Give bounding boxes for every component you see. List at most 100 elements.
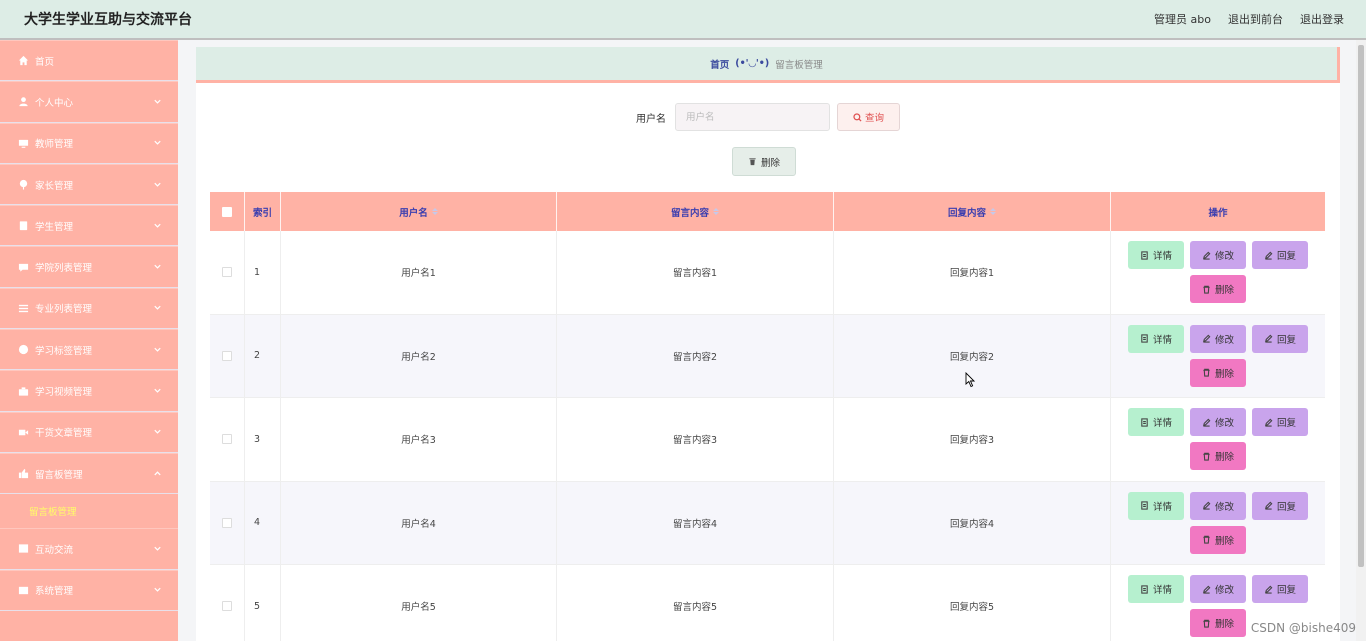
reply-button[interactable]: 回复 (1252, 575, 1308, 604)
row-checkbox[interactable] (222, 267, 232, 278)
col-message-label: 留言内容 (670, 207, 709, 219)
home-icon (17, 55, 29, 67)
back-to-front-link[interactable]: 退出到前台 (1228, 11, 1283, 27)
sidebar-item-students[interactable]: 学生管理 (0, 205, 178, 247)
reply-button-label: 回复 (1276, 501, 1296, 513)
pencil-icon (1203, 418, 1211, 427)
breadcrumb: 首页 (•'◡'•) 留言板管理 (196, 47, 1340, 83)
trash-icon (1203, 369, 1210, 377)
chat-icon (17, 261, 29, 273)
bulk-delete-button[interactable]: 删除 (732, 147, 796, 176)
row-checkbox[interactable] (222, 434, 232, 445)
sidebar-item-label: 学习视频管理 (35, 387, 93, 399)
chevron-down-icon (153, 97, 162, 106)
col-reply[interactable]: 回复内容 (834, 192, 1111, 231)
sidebar-item-label: 学生管理 (35, 221, 74, 233)
row-checkbox[interactable] (222, 517, 232, 528)
table-row: 1 用户名1 留言内容1 回复内容1 详情 修改 回复 删除 (210, 231, 1325, 315)
edit-button-label: 修改 (1214, 585, 1234, 597)
sidebar-item-parents[interactable]: 家长管理 (0, 163, 178, 206)
detail-button-label: 详情 (1152, 418, 1172, 430)
detail-button[interactable]: 详情 (1128, 241, 1184, 270)
delete-button[interactable]: 删除 (1190, 609, 1246, 638)
detail-button[interactable]: 详情 (1128, 408, 1184, 437)
reply-button[interactable]: 回复 (1252, 324, 1308, 353)
col-username[interactable]: 用户名 (281, 192, 557, 231)
row-checkbox[interactable] (222, 350, 232, 361)
query-button-label: 查询 (864, 113, 884, 124)
delete-button[interactable]: 删除 (1190, 442, 1246, 471)
row-reply: 回复内容1 (834, 231, 1111, 314)
reply-button[interactable]: 回复 (1252, 241, 1308, 270)
trash-icon (749, 158, 756, 166)
delete-button-label: 删除 (1214, 452, 1234, 464)
sidebar-item-videos[interactable]: 学习视频管理 (0, 370, 178, 412)
detail-button[interactable]: 详情 (1128, 491, 1184, 520)
chevron-down-icon (153, 585, 162, 594)
edit-button[interactable]: 修改 (1190, 575, 1246, 604)
delete-button[interactable]: 删除 (1190, 358, 1246, 387)
row-checkbox[interactable] (222, 601, 232, 612)
chevron-down-icon (153, 303, 162, 312)
edit-button[interactable]: 修改 (1190, 491, 1246, 520)
sidebar-item-system[interactable]: 系统管理 (0, 569, 178, 611)
detail-button[interactable]: 详情 (1128, 575, 1184, 604)
select-all-checkbox[interactable] (222, 206, 232, 217)
delete-button-label: 删除 (1214, 368, 1234, 380)
logout-link[interactable]: 退出登录 (1300, 11, 1344, 27)
edit-button[interactable]: 修改 (1190, 408, 1246, 437)
row-reply: 回复内容3 (834, 398, 1111, 481)
row-ops: 详情 修改 回复 删除 (1111, 482, 1325, 565)
gauge-icon (17, 344, 29, 356)
col-reply-label: 回复内容 (947, 207, 986, 219)
sidebar-item-articles[interactable]: 干货文章管理 (0, 411, 178, 453)
row-reply: 回复内容5 (834, 565, 1111, 641)
sidebar-item-interaction[interactable]: 互动交流 (0, 528, 178, 570)
sidebar-item-label: 留言板管理 (35, 469, 83, 481)
document-icon (1141, 334, 1148, 343)
detail-button[interactable]: 详情 (1128, 324, 1184, 353)
pencil-icon (1203, 334, 1211, 343)
row-ops: 详情 修改 回复 删除 (1111, 315, 1325, 398)
sidebar-item-colleges[interactable]: 学院列表管理 (0, 246, 178, 288)
delete-button[interactable]: 删除 (1190, 275, 1246, 304)
top-header: 大学生学业互助与交流平台 管理员 abo 退出到前台 退出登录 (0, 0, 1366, 40)
sidebar-item-majors[interactable]: 专业列表管理 (0, 287, 178, 330)
row-select-cell (210, 481, 245, 564)
breadcrumb-home[interactable]: 首页 (710, 57, 729, 71)
row-index: 3 (245, 398, 281, 481)
sidebar-item-messageboard[interactable]: 留言板管理 (0, 452, 178, 495)
sort-icon[interactable] (990, 207, 996, 216)
sidebar-subitem-messageboard-manage[interactable]: 留言板管理 (0, 494, 178, 529)
username-search-input[interactable] (675, 103, 830, 131)
scrollbar-thumb[interactable] (1358, 45, 1364, 567)
edit-button[interactable]: 修改 (1190, 324, 1246, 353)
sidebar-item-tags[interactable]: 学习标签管理 (0, 329, 178, 371)
row-username: 用户名3 (281, 398, 557, 481)
query-button[interactable]: 查询 (837, 103, 900, 131)
reply-button[interactable]: 回复 (1252, 491, 1308, 520)
col-username-label: 用户名 (399, 207, 428, 219)
reply-button[interactable]: 回复 (1252, 408, 1308, 437)
chevron-down-icon (153, 386, 162, 395)
delete-button[interactable]: 删除 (1190, 525, 1246, 554)
sidebar-item-label: 个人中心 (35, 97, 74, 109)
sidebar-item-teachers[interactable]: 教师管理 (0, 122, 178, 164)
chevron-down-icon (153, 427, 162, 436)
sort-icon[interactable] (431, 207, 438, 216)
table-row: 2 用户名2 留言内容2 回复内容2 详情 修改 回复 删除 (210, 314, 1325, 398)
edit-button[interactable]: 修改 (1190, 241, 1246, 270)
reply-button-label: 回复 (1276, 585, 1296, 597)
col-message[interactable]: 留言内容 (557, 192, 834, 231)
page-scrollbar[interactable] (1356, 40, 1366, 641)
sidebar-item-profile[interactable]: 个人中心 (0, 81, 178, 123)
reply-button-label: 回复 (1276, 334, 1296, 346)
row-message: 留言内容1 (557, 231, 834, 314)
sort-icon[interactable] (713, 207, 719, 216)
breadcrumb-separator: (•'◡'•) (735, 58, 770, 69)
sidebar-item-home[interactable]: 首页 (0, 40, 178, 82)
bulk-delete-label: 删除 (760, 157, 780, 169)
row-username: 用户名5 (281, 565, 557, 641)
pencil-icon (1203, 501, 1211, 510)
row-index: 2 (245, 314, 281, 397)
